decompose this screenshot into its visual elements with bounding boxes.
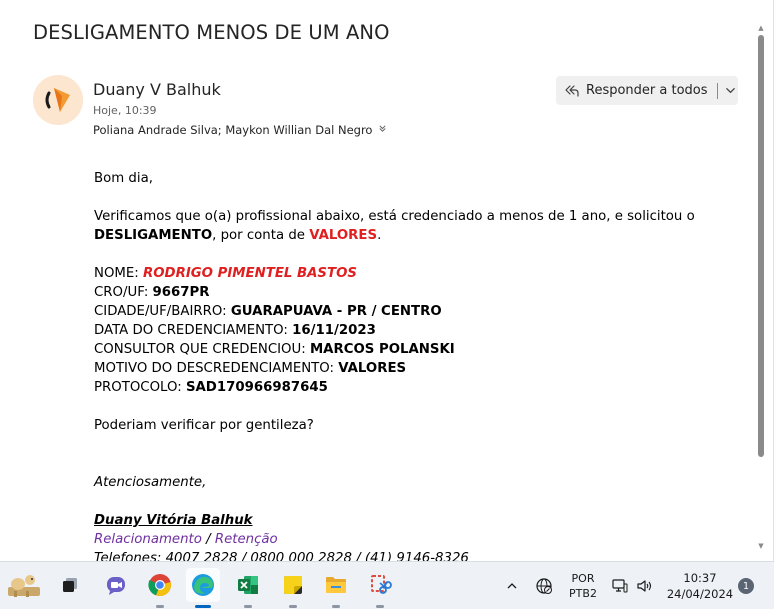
sticky-notes-icon[interactable]	[278, 570, 308, 600]
edge-icon[interactable]	[186, 568, 220, 602]
expand-recipients-icon[interactable]	[378, 124, 387, 136]
field-cro: CRO/UF: 9667PR	[94, 285, 210, 300]
intro-line-1: Verificamos que o(a) profissional abaixo…	[94, 209, 695, 224]
avatar-logo-icon	[33, 75, 83, 125]
reply-all-label: Responder a todos	[586, 83, 708, 98]
question: Poderiam verificar por gentileza?	[94, 418, 314, 433]
language-code: POR	[571, 572, 595, 585]
task-view-icon[interactable]	[55, 570, 85, 600]
field-data-credenciamento: DATA DO CREDENCIAMENTO: 16/11/2023	[94, 323, 376, 338]
email-subject: DESLIGAMENTO MENOS DE UM ANO	[33, 21, 390, 44]
file-explorer-running-indicator	[332, 605, 340, 608]
field-motivo: MOTIVO DO DESCREDENCIAMENTO: VALORES	[94, 361, 407, 376]
volume-speaker-icon[interactable]	[632, 562, 656, 609]
email-date: Hoje, 10:39	[93, 104, 157, 117]
network-globe-icon[interactable]	[531, 562, 557, 609]
intro-mid: , por conta de	[212, 228, 310, 243]
intro-bold: DESLIGAMENTO	[94, 228, 213, 243]
field-consultor: CONSULTOR QUE CREDENCIOU: MARCOS POLANSK…	[94, 342, 455, 357]
notification-badge[interactable]: 1	[738, 578, 754, 594]
sticky-notes-running-indicator	[289, 605, 297, 608]
recipients-list: Poliana Andrade Silva; Maykon Willian Da…	[93, 123, 373, 137]
email-body: Bom dia, Verificamos que o(a) profission…	[94, 169, 734, 561]
keyboard-layout: PTB2	[569, 587, 597, 600]
scroll-up-arrow[interactable]: ▲	[757, 24, 765, 32]
clock-date: 24/04/2024	[666, 587, 734, 601]
sender-name[interactable]: Duany V Balhuk	[93, 80, 221, 99]
snipping-tool-icon[interactable]	[365, 570, 395, 600]
excel-running-indicator	[244, 605, 252, 608]
intro-end: .	[377, 228, 382, 243]
recipients-line[interactable]: Poliana Andrade Silva; Maykon Willian Da…	[93, 123, 387, 137]
show-hidden-icons-chevron-up-icon[interactable]	[500, 562, 524, 609]
scroll-down-arrow[interactable]: ▼	[757, 542, 765, 550]
scrollbar-thumb[interactable]	[758, 35, 764, 457]
closing: Atenciosamente,	[94, 475, 207, 490]
widgets-icon[interactable]	[4, 570, 44, 600]
input-language-indicator[interactable]: POR PTB2	[563, 562, 603, 609]
edge-active-indicator	[195, 605, 211, 608]
greeting: Bom dia,	[94, 171, 153, 186]
chevron-down-icon[interactable]	[724, 85, 738, 96]
reply-all-separator	[716, 82, 718, 99]
chrome-running-indicator	[156, 605, 164, 608]
field-cidade: CIDADE/UF/BAIRRO: GUARAPUAVA - PR / CENT…	[94, 304, 442, 319]
intro-red: VALORES	[309, 228, 378, 243]
reply-all-button[interactable]: Responder a todos	[556, 76, 738, 105]
sender-avatar[interactable]	[33, 75, 83, 125]
file-explorer-icon[interactable]	[321, 570, 351, 600]
chrome-icon[interactable]	[145, 570, 175, 600]
display-monitor-icon[interactable]	[608, 562, 632, 609]
signature-role: Relacionamento / Retenção	[94, 532, 278, 547]
signature-name: Duany Vitória Balhuk	[94, 513, 253, 528]
taskbar: POR PTB2 10:37 24/04/2024 1	[0, 561, 774, 609]
excel-icon[interactable]	[233, 570, 263, 600]
system-clock[interactable]: 10:37 24/04/2024	[660, 562, 740, 609]
intro-line-2: DESLIGAMENTO, por conta de VALORES.	[94, 226, 734, 245]
teams-chat-icon[interactable]	[101, 570, 131, 600]
email-reading-pane: DESLIGAMENTO MENOS DE UM ANO Duany V Bal…	[0, 0, 774, 561]
field-nome: NOME: RODRIGO PIMENTEL BASTOS	[94, 266, 357, 281]
clock-time: 10:37	[683, 571, 717, 585]
snipping-tool-running-indicator	[376, 605, 384, 608]
reply-all-icon	[564, 83, 580, 99]
signature-phone: Telefones: 4007 2828 / 0800 000 2828 / (…	[94, 551, 469, 561]
field-protocolo: PROTOCOLO: SAD170966987645	[94, 380, 328, 395]
